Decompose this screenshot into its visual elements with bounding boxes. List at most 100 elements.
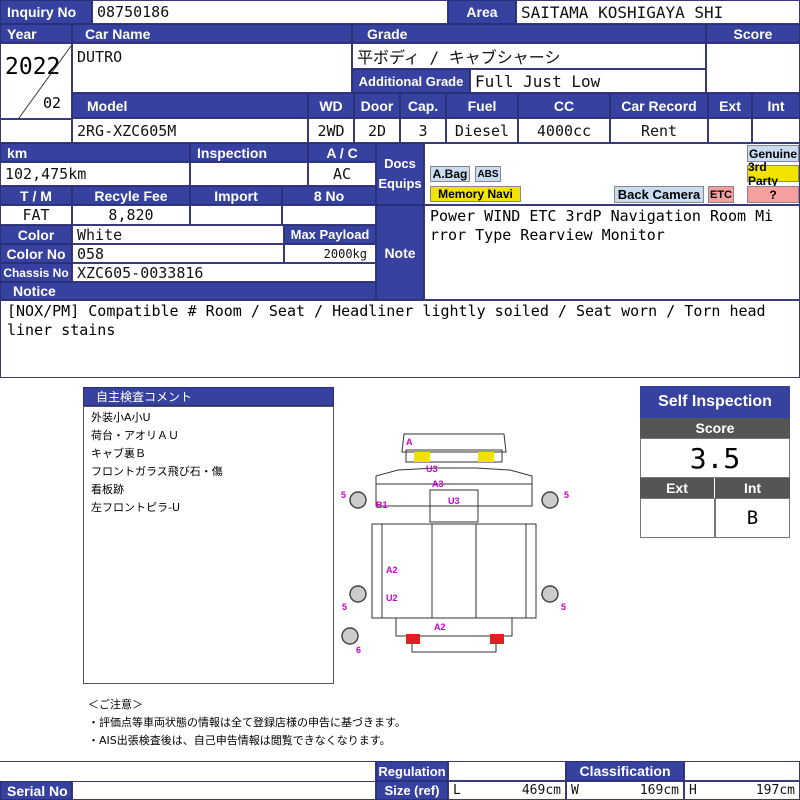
size-ref-label: Size (ref): [376, 781, 448, 800]
wheel-front-left: [349, 491, 367, 509]
size-l-label: L: [453, 783, 461, 798]
recycle-fee-label: Recyle Fee: [72, 186, 190, 205]
wd-label: WD: [308, 93, 354, 118]
size-w-label: W: [571, 783, 579, 798]
cap-value: 3: [400, 118, 446, 143]
ext-label: Ext: [708, 93, 752, 118]
memory-navi-badge: Memory Navi: [430, 186, 521, 202]
diagram-mark: 5: [342, 602, 347, 612]
note-label: Note: [376, 205, 424, 300]
equips-label: Equips: [378, 176, 422, 191]
diagram-mark: 5: [341, 490, 346, 500]
model-value: 2RG-XZC605M: [72, 118, 308, 143]
eight-no-label: 8 No: [282, 186, 376, 205]
wd-value: 2WD: [308, 118, 354, 143]
notice-label: Notice: [0, 282, 376, 300]
etc-badge: ETC: [708, 186, 734, 203]
chassis-no-label: Chassis No: [0, 263, 72, 282]
diagram-mark: 5: [564, 490, 569, 500]
abs-badge: ABS: [475, 166, 501, 182]
size-h-cell: H 197cm: [684, 781, 800, 800]
note-line-2: rror Type Rearview Monitor: [430, 226, 665, 244]
import-label: Import: [190, 186, 282, 205]
diagram-mark: A3: [432, 479, 444, 489]
ext-value: [708, 118, 752, 143]
car-record-label: Car Record: [610, 93, 708, 118]
third-party-badge: 3rd Party: [747, 160, 799, 188]
inquiry-no-label: Inquiry No: [0, 0, 92, 24]
wheel-spare: [341, 627, 359, 645]
serial-no-value: [72, 781, 376, 800]
self-comment-line: キャブ裏Ｂ: [91, 447, 146, 460]
docs-label: Docs: [384, 156, 416, 171]
inquiry-no-value: 08750186: [92, 0, 448, 24]
max-payload-label: Max Payload: [284, 225, 376, 244]
diagram-mark: 5: [561, 602, 566, 612]
area-label: Area: [448, 0, 516, 24]
eight-no-value: [282, 205, 376, 225]
cab-roof: [401, 433, 507, 453]
km-label: km: [0, 143, 190, 162]
self-score-value: 3.5: [640, 438, 790, 478]
self-ext-label: Ext: [640, 478, 715, 498]
diagram-mark: A2: [434, 622, 446, 632]
wheel-front-right: [541, 491, 559, 509]
back-camera-badge: Back Camera: [614, 186, 704, 203]
wheel-rear-right: [541, 585, 559, 603]
classification-label: Classification: [566, 761, 684, 781]
year-value: 2022: [5, 54, 61, 80]
car-record-value: Rent: [610, 118, 708, 143]
color-no-value: 058: [72, 244, 284, 263]
color-no-label: Color No: [0, 244, 72, 263]
score-value: [706, 43, 800, 93]
cab-top: [375, 467, 533, 485]
chassis-no-value: XZC605-0033816: [72, 263, 376, 282]
classification-value: [684, 761, 800, 781]
model-label: Model: [72, 93, 308, 118]
ac-label: A / C: [308, 143, 376, 162]
score-label: Score: [706, 24, 800, 43]
caution-line: ・評価点等車両状態の情報は全て登録店様の申告に基づきます。: [88, 716, 406, 729]
door-label: Door: [354, 93, 400, 118]
diagram-mark: A: [406, 437, 413, 447]
diagram-mark: 6: [356, 645, 361, 655]
grade-label: Grade: [352, 24, 706, 43]
door-value: 2D: [354, 118, 400, 143]
front-light-right: [478, 452, 494, 462]
ac-value: AC: [308, 162, 376, 186]
size-w-value: 169cm: [639, 783, 679, 798]
cc-label: CC: [518, 93, 610, 118]
abag-badge: A.Bag: [430, 166, 470, 182]
diagram-mark: U2: [386, 593, 398, 603]
notice-line-1: [NOX/PM] Compatible # Room / Seat / Head…: [7, 302, 766, 320]
cap-label: Cap.: [400, 93, 446, 118]
year-filler: [0, 119, 72, 143]
color-value: White: [72, 225, 284, 244]
int-value: [752, 118, 800, 143]
max-payload-value: 2000kg: [284, 244, 376, 263]
color-label: Color: [0, 225, 72, 244]
diagram-mark: B1: [376, 500, 388, 510]
rear-bumper: [395, 617, 513, 637]
unknown-badge: ?: [747, 186, 799, 203]
year-label: Year: [0, 24, 72, 43]
self-comment-line: 左フロントピラ-U: [91, 501, 181, 514]
regulation-label: Regulation: [376, 761, 448, 781]
diagram-mark: A2: [386, 565, 398, 575]
docs-equips-label: Docs Equips: [376, 143, 424, 205]
area-value: SAITAMA KOSHIGAYA SHI: [516, 0, 800, 24]
diagram-mark: U3: [448, 496, 460, 506]
bottom-spacer: [0, 761, 376, 781]
size-h-value: 197cm: [755, 783, 795, 798]
additional-grade-label: Additional Grade: [352, 69, 470, 93]
note-value: Power WIND ETC 3rdP Navigation Room Mi r…: [424, 205, 800, 300]
rear-light-left: [406, 634, 420, 644]
notice-line-2: liner stains: [7, 321, 116, 339]
notice-value: [NOX/PM] Compatible # Room / Seat / Head…: [0, 300, 800, 378]
bed-center: [431, 523, 477, 619]
import-value: [190, 205, 282, 225]
self-score-label: Score: [640, 418, 790, 438]
size-w-cell: W 169cm: [566, 781, 684, 800]
inspection-value: [190, 162, 308, 186]
front-light-left: [414, 452, 430, 462]
